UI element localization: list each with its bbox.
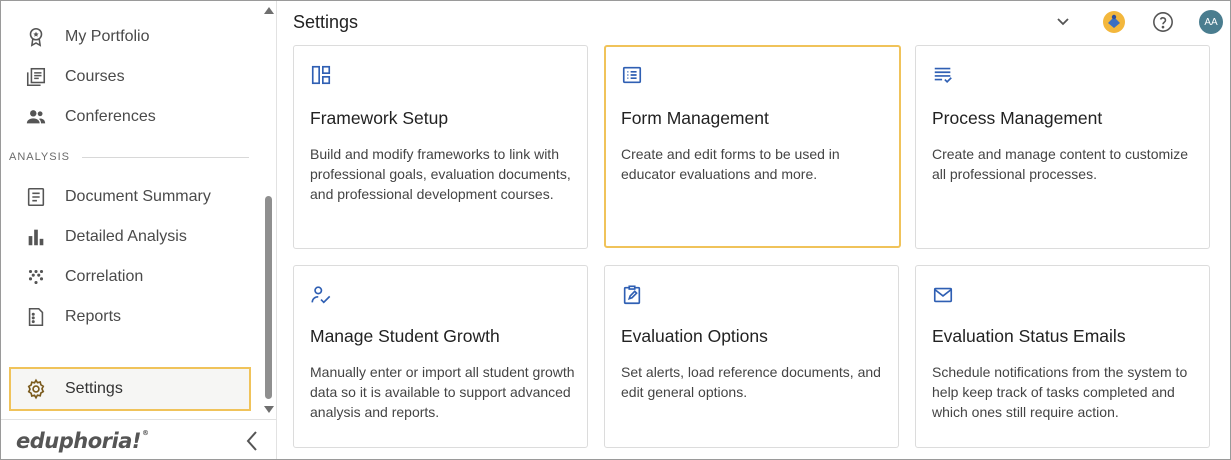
sidebar-item-label: Correlation (65, 268, 144, 285)
section-divider (82, 156, 249, 158)
scroll-thumb[interactable] (265, 196, 272, 399)
card-title: Process Management (932, 108, 1103, 128)
page-title: Settings (293, 12, 359, 32)
courses-icon (25, 66, 47, 88)
card-evaluation-status-emails[interactable]: Evaluation Status Emails Schedule notifi… (915, 265, 1210, 448)
card-description: Create and manage content to customize a… (932, 146, 1189, 182)
card-description: Schedule notifications from the system t… (932, 364, 1188, 420)
card-form-management[interactable]: Form Management Create and edit forms to… (604, 45, 901, 248)
help-button[interactable] (1150, 9, 1176, 35)
collapse-sidebar-button[interactable] (241, 430, 263, 452)
chevron-left-icon (246, 431, 257, 451)
sidebar-item-settings[interactable]: Settings (9, 367, 251, 411)
scroll-down-arrow-icon[interactable] (264, 406, 274, 413)
bar-chart-icon (25, 226, 47, 248)
card-description: Set alerts, load reference documents, an… (621, 364, 881, 400)
chevron-down-icon (1057, 18, 1069, 26)
person-check-icon (310, 284, 332, 306)
eduphoria-logo: eduphoria!® (16, 429, 149, 453)
list-form-icon (621, 64, 643, 86)
sidebar-item-courses[interactable]: Courses (9, 57, 251, 97)
award-icon (25, 26, 47, 48)
card-description: Build and modify frameworks to link with… (310, 146, 571, 202)
clipboard-edit-icon (621, 284, 643, 306)
card-title: Evaluation Options (621, 326, 768, 346)
sidebar-footer: eduphoria!® (1, 419, 277, 459)
sidebar-item-label: Document Summary (65, 188, 211, 205)
sidebar-item-reports[interactable]: Reports (9, 297, 251, 337)
help-icon (1153, 12, 1173, 32)
sidebar-item-detailed-analysis[interactable]: Detailed Analysis (9, 217, 251, 257)
sidebar-item-document-summary[interactable]: Document Summary (9, 177, 251, 217)
sidebar-item-conferences[interactable]: Conferences (9, 97, 251, 137)
sidebar-item-correlation[interactable]: Correlation (9, 257, 251, 297)
card-title: Framework Setup (310, 108, 449, 128)
sidebar-item-label: Courses (65, 68, 125, 85)
card-title: Evaluation Status Emails (932, 326, 1126, 346)
sidebar-item-label: Reports (65, 308, 122, 325)
sidebar-scrollbar[interactable] (263, 4, 275, 418)
card-title: Manage Student Growth (310, 326, 500, 346)
sidebar-item-label: Settings (65, 380, 123, 397)
card-description: Manually enter or import all student gro… (310, 364, 575, 420)
card-framework-setup[interactable]: Framework Setup Build and modify framewo… (293, 45, 588, 249)
report-icon (25, 306, 47, 328)
card-manage-student-growth[interactable]: Manage Student Growth Manually enter or … (293, 265, 588, 448)
header-dropdown-button[interactable] (1050, 9, 1076, 35)
checklist-icon (932, 64, 954, 86)
sidebar: My Portfolio Courses Conferences ANALYSI… (1, 1, 277, 459)
app-logo-icon (1103, 11, 1125, 33)
people-icon (25, 106, 47, 128)
app-switcher-button[interactable] (1101, 9, 1127, 35)
card-title: Form Management (621, 108, 769, 128)
dashboard-layout-icon (310, 64, 332, 86)
scroll-up-arrow-icon[interactable] (264, 7, 274, 14)
gear-icon (25, 378, 47, 400)
card-process-management[interactable]: Process Management Create and manage con… (915, 45, 1210, 249)
section-label-analysis: ANALYSIS (9, 151, 249, 163)
sidebar-item-my-portfolio[interactable]: My Portfolio (9, 17, 251, 57)
sidebar-item-label: Conferences (65, 108, 156, 125)
card-description: Create and edit forms to be used in educ… (621, 146, 840, 182)
sidebar-item-label: My Portfolio (65, 28, 150, 45)
sidebar-item-label: Detailed Analysis (65, 228, 187, 245)
document-icon (25, 186, 47, 208)
scatter-icon (25, 266, 47, 288)
mail-icon (932, 284, 954, 306)
card-evaluation-options[interactable]: Evaluation Options Set alerts, load refe… (604, 265, 899, 448)
user-avatar[interactable]: AA (1199, 10, 1223, 34)
